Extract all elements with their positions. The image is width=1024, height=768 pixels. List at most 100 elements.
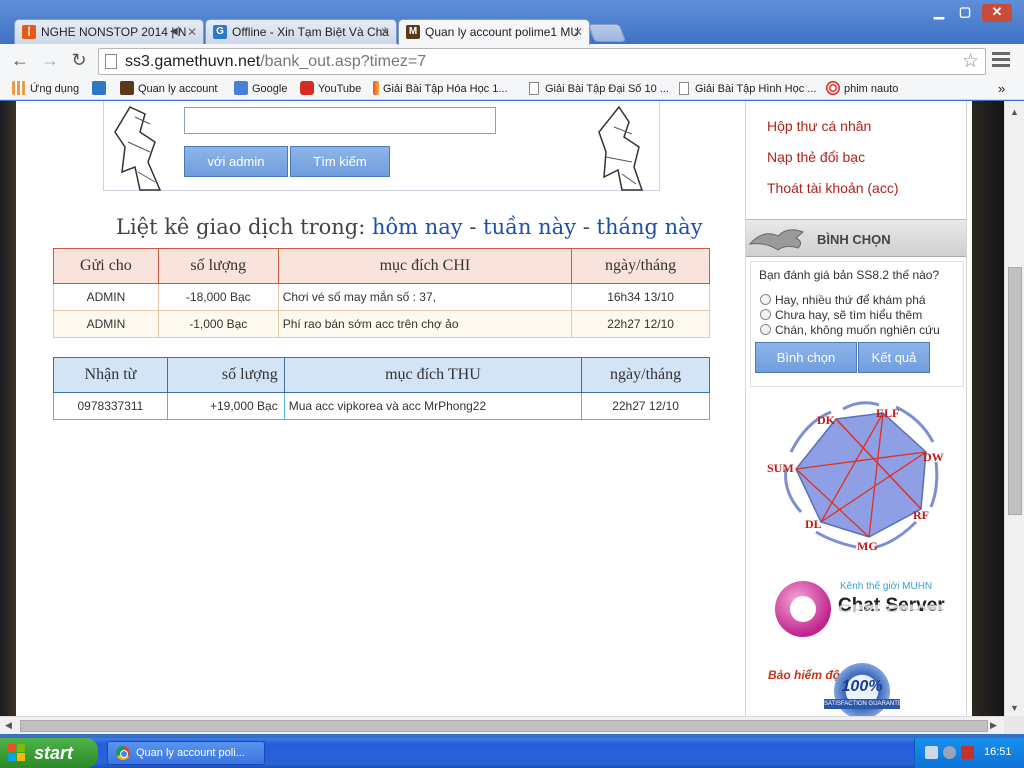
horizontal-scrollbar[interactable]: ◀ ▶ [0,716,1004,734]
pen-icon [373,81,379,95]
table-row: ADMIN -18,000 Bạc Chơi vé số may mắn số … [53,283,710,311]
url-text: ss3.gamethuvn.net/bank_out.asp?timez=7 [125,53,426,71]
period-month-link[interactable]: tháng này [597,215,703,239]
column-header: Nhận từ [53,357,168,393]
scroll-down-arrow-icon[interactable]: ▼ [1010,703,1019,713]
address-bar[interactable]: ss3.gamethuvn.net/bank_out.asp?timez=7 ☆ [98,48,986,75]
recipient-link[interactable]: ADMIN [53,310,159,338]
search-button[interactable]: Tìm kiếm [290,146,390,177]
forward-arrow-icon[interactable]: → [39,50,61,72]
scroll-left-arrow-icon[interactable]: ◀ [5,720,12,731]
horizontal-scroll-thumb[interactable] [20,720,988,732]
windows-taskbar: start Quan ly account poli... 16:51 [0,738,1024,768]
url-path: /bank_out.asp?timez=7 [260,53,427,70]
bookmark-dai-so[interactable]: Giải Bài Tập Đại Số 10 ... [529,81,669,97]
background-art-left [0,101,16,716]
new-tab-button[interactable] [587,24,627,42]
youtube-icon [300,81,314,95]
bookmark-label: Google [252,83,288,95]
period-week-link[interactable]: tuần này [483,215,576,239]
knight-illustration-left [114,106,162,191]
tab-quan-ly-account[interactable]: M Quan ly account polime1 MU ✕ [398,19,590,45]
column-header: ngày/tháng [571,248,710,284]
bookmark-label: phim nauto [844,83,899,95]
column-header: số lượng [166,357,285,393]
bookmark-hoa-hoc[interactable]: Giải Bài Tập Hóa Học 1... [373,81,508,97]
insurance-label: Bảo hiểm độ [768,668,841,682]
column-header: mục đích THU [283,357,583,393]
poll-option[interactable]: Hay, nhiều thứ để khám phá [760,293,926,307]
page-viewport: với admin Tìm kiếm Liệt kê giao dịch tro… [0,101,1004,716]
vertical-scroll-thumb[interactable] [1008,267,1022,515]
chat-server-banner[interactable]: Kênh thế giới MUHN Chat Server Chat Serv… [765,563,950,655]
google-icon [234,81,248,95]
bookmark-star-icon[interactable]: ☆ [962,50,979,73]
poll-option[interactable]: Chưa hay, sẽ tìm hiểu thêm [760,308,922,322]
tab-title: Offline - Xin Tạm Biệt Và Chà [232,25,389,39]
tab-offline[interactable]: G Offline - Xin Tạm Biệt Và Chà ✕ [205,19,397,44]
period-today-link[interactable]: hôm nay [372,215,463,239]
sender-link[interactable]: 0978337311 [53,392,168,420]
chrome-menu-icon[interactable] [992,52,1010,68]
bookmark-hinh-hoc[interactable]: Giải Bài Tập Hình Học ... [679,81,816,97]
bookmark-quan-ly-account[interactable]: Quan ly account [120,81,218,97]
amount-cell: -1,000 Bạc [157,310,279,338]
taskbar-chrome-window[interactable]: Quan ly account poli... [107,741,265,765]
close-tab-icon[interactable]: ✕ [573,20,583,44]
taskbar-clock: 16:51 [984,746,1012,758]
close-tab-icon[interactable]: ✕ [380,20,390,44]
browser-title-bar: | NGHE NONSTOP 2014 | N ◀) ✕ G Offline -… [0,0,1024,45]
search-input[interactable] [184,107,496,134]
date-cell: 16h34 13/10 [571,283,710,311]
start-button[interactable]: start [0,738,98,768]
reload-icon[interactable]: ↻ [68,50,90,72]
minimize-icon[interactable]: ▁ [926,4,952,22]
bookmark-g-site[interactable] [92,81,110,97]
tab-nghe-nonstop[interactable]: | NGHE NONSTOP 2014 | N ◀) ✕ [14,19,204,44]
close-window-icon[interactable]: ✕ [982,4,1012,22]
radio-button[interactable] [760,309,771,320]
results-button[interactable]: Kết quả [858,342,930,373]
admin-button[interactable]: với admin [184,146,288,177]
bookmark-google[interactable]: Google [234,81,287,97]
bookmark-apps[interactable]: Ứng dụng [12,81,79,97]
recipient-link[interactable]: ADMIN [53,283,159,311]
chat-title-reflection: Chat Server [838,601,945,614]
sidebar-link-topup[interactable]: Nạp thẻ đổi bạc [767,149,865,165]
bookmark-label: Giải Bài Tập Hóa Học 1... [383,83,508,95]
sidebar-link-logout[interactable]: Thoát tài khoản (acc) [767,180,899,196]
radio-button[interactable] [760,294,771,305]
more-bookmarks-chevron[interactable]: » [998,81,1005,97]
vote-button[interactable]: Bình chọn [755,342,857,373]
scroll-up-arrow-icon[interactable]: ▲ [1010,107,1019,117]
bookmark-label: Ứng dụng [30,83,80,95]
chat-caption: Kênh thế giới MUHN [840,581,933,592]
vertical-scrollbar[interactable]: ▲ ▼ [1004,101,1024,716]
windows-logo-icon [8,744,26,762]
security-shield-icon[interactable] [961,746,974,759]
close-tab-icon[interactable]: ✕ [187,20,197,44]
poll-option-label: Hay, nhiều thứ để khám phá [775,293,926,307]
maximize-icon[interactable]: ▢ [952,4,978,22]
class-label: DK [817,413,836,427]
chat-bubble-icon [775,581,831,637]
column-header: ngày/tháng [581,357,710,393]
bookmark-label: YouTube [318,83,362,95]
poll-option[interactable]: Chán, không muốn nghiên cứu [760,323,940,337]
poll-option-label: Chưa hay, sẽ tìm hiểu thêm [775,308,923,322]
volume-icon[interactable] [943,746,956,759]
column-header: mục đích CHI [277,248,573,284]
bookmark-youtube[interactable]: YouTube [300,81,361,97]
knight-illustration-right [598,105,644,191]
bookmark-phim-nauto[interactable]: phim nauto [826,81,898,97]
sidebar-link-inbox[interactable]: Hộp thư cá nhân [767,118,871,134]
document-icon [529,82,539,95]
network-icon[interactable] [925,746,938,759]
system-tray: 16:51 [914,738,1024,768]
back-arrow-icon[interactable]: ← [9,50,31,72]
receiving-table: Nhận từ số lượng mục đích THU ngày/tháng… [53,357,710,420]
radio-button[interactable] [760,324,771,335]
period-separator: - [462,215,484,239]
scroll-right-arrow-icon[interactable]: ▶ [990,720,997,731]
class-label: RF [913,508,929,522]
